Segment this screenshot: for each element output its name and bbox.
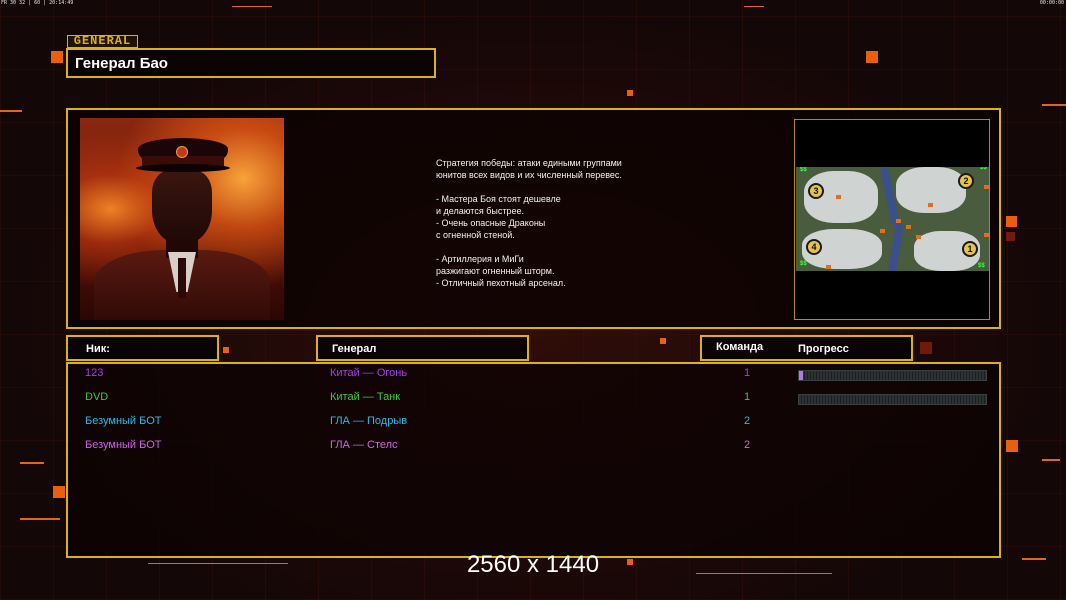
player-general: Китай — Танк: [330, 391, 401, 403]
deco-square: [660, 338, 666, 344]
general-portrait: [80, 118, 284, 320]
team-progress-column-header: Команда Прогресс: [700, 335, 913, 361]
deco-square: [866, 51, 878, 63]
status-bar: FR 30 32 | 60 | 20:14:49 00:00:00: [0, 0, 1066, 7]
general-name-box: Генерал Бао: [66, 48, 436, 78]
start-marker-3: 3: [808, 183, 824, 199]
player-general: Китай — Огонь: [330, 367, 408, 379]
fps-readout: FR 30 32 | 60 | 20:14:49: [1, 0, 74, 6]
deco-square: [223, 347, 229, 353]
resolution-label: 2560 x 1440: [466, 551, 600, 578]
nick-column-header: Ник:: [66, 335, 219, 361]
star-badge-icon: [176, 146, 188, 158]
player-nick: Безумный БОТ: [85, 439, 162, 451]
player-team: 2: [744, 439, 751, 451]
deco-square: [1006, 232, 1015, 241]
deco-square: [53, 486, 65, 498]
deco-square: [1006, 216, 1017, 227]
general-column-header: Генерал: [316, 335, 529, 361]
cash-icon: $$: [978, 263, 985, 269]
progress-fill: [799, 371, 803, 380]
deco-square: [920, 342, 932, 354]
strategy-description: Стратегия победы: атаки едиными группами…: [436, 158, 622, 288]
general-tag: GENERAL: [67, 35, 138, 48]
player-row[interactable]: DVD Китай — Танк 1: [0, 391, 1066, 405]
deco-square: [51, 51, 63, 63]
cash-icon: $$: [800, 167, 807, 173]
player-row[interactable]: Безумный БОТ ГЛА — Подрыв 2: [0, 415, 1066, 429]
player-team: 1: [744, 367, 751, 379]
player-general: ГЛА — Стелс: [330, 439, 398, 451]
deco-line: [1042, 459, 1060, 461]
deco-line: [20, 518, 60, 520]
player-nick: 123: [85, 367, 104, 379]
player-general: ГЛА — Подрыв: [330, 415, 408, 427]
deco-square: [627, 90, 633, 96]
cash-icon: $$: [800, 261, 807, 267]
deco-line: [20, 462, 44, 464]
player-row[interactable]: Безумный БОТ ГЛА — Стелс 2: [0, 439, 1066, 453]
player-team: 1: [744, 391, 751, 403]
deco-line: [0, 110, 22, 112]
deco-line: [1042, 104, 1066, 106]
player-row[interactable]: 123 Китай — Огонь 1: [0, 367, 1066, 381]
start-marker-1: 1: [962, 241, 978, 257]
team-header: Команда: [716, 341, 764, 353]
progress-header: Прогресс: [798, 343, 849, 355]
start-marker-4: 4: [806, 239, 822, 255]
loading-progress-bar: [798, 394, 987, 405]
player-nick: DVD: [85, 391, 109, 403]
general-name: Генерал Бао: [75, 55, 168, 72]
cash-icon: $$: [980, 167, 987, 171]
loading-progress-bar: [798, 370, 987, 381]
minimap[interactable]: 3 2 4 1 $$ $$ $$ $$: [796, 167, 989, 271]
game-clock: 00:00:00: [1039, 0, 1064, 6]
player-team: 2: [744, 415, 751, 427]
start-marker-2: 2: [958, 173, 974, 189]
player-nick: Безумный БОТ: [85, 415, 162, 427]
